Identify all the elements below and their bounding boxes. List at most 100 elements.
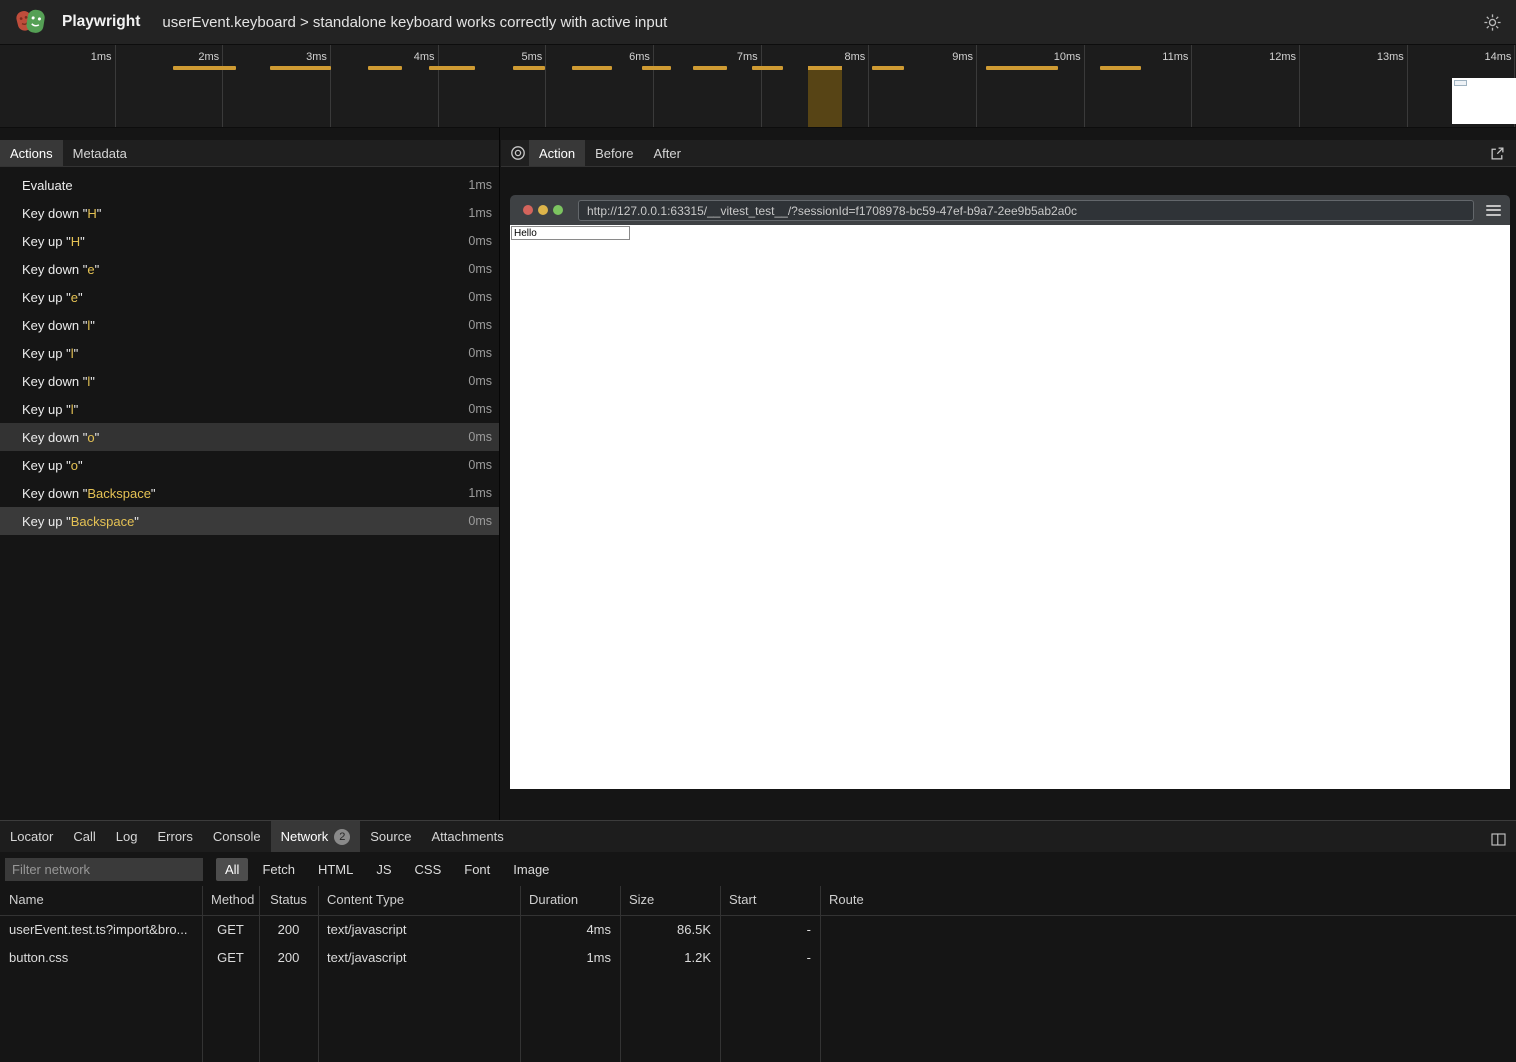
column-header-method: Method	[202, 886, 259, 915]
open-external-icon[interactable]	[1486, 142, 1508, 164]
timeline-screencast-thumbnail[interactable]	[1452, 78, 1516, 124]
action-row[interactable]: Key up "o"0ms	[0, 451, 499, 479]
hamburger-menu-icon[interactable]	[1486, 205, 1501, 216]
timeline-action-bar[interactable]	[986, 66, 1058, 70]
timeline-action-bar[interactable]	[173, 66, 236, 70]
timeline-tick-label: 1ms	[91, 51, 112, 63]
action-key: l	[87, 318, 90, 333]
tab-locator[interactable]: Locator	[0, 821, 63, 852]
timeline-ruler[interactable]: 1ms 2ms3ms4ms 5ms 6ms7ms 8ms9ms10ms11ms12ms 1…	[0, 45, 1516, 128]
filter-chip-css[interactable]: CSS	[406, 858, 451, 881]
filter-chip-js[interactable]: JS	[367, 858, 400, 881]
column-header-name: Name	[0, 886, 202, 915]
timeline-tick-cell[interactable]: 3ms	[223, 45, 331, 127]
split-view-icon[interactable]	[1487, 828, 1509, 850]
tab-errors[interactable]: Errors	[147, 821, 202, 852]
action-duration: 0ms	[468, 290, 492, 304]
settings-gear-icon[interactable]	[1482, 12, 1502, 32]
page-text-input[interactable]	[511, 226, 630, 240]
filter-chip-fetch[interactable]: Fetch	[253, 858, 304, 881]
action-title: Key up "Backspace"	[22, 514, 139, 529]
timeline-action-bar[interactable]	[270, 66, 331, 70]
cell-method: GET	[202, 916, 259, 944]
tab-label: Actions	[10, 146, 53, 161]
network-filter-input[interactable]	[5, 858, 203, 881]
timeline-action-bar[interactable]	[429, 66, 475, 70]
action-row[interactable]: Key down "l"0ms	[0, 311, 499, 339]
tab-label: Log	[116, 829, 138, 844]
filter-chip-font[interactable]: Font	[455, 858, 499, 881]
timeline-tick-cell[interactable]: 6ms	[546, 45, 654, 127]
timeline-tick-cell[interactable]: 9ms	[869, 45, 977, 127]
action-row[interactable]: Key down "Backspace" 1ms	[0, 479, 499, 507]
action-title: Key up "l"	[22, 402, 78, 417]
tab-label: Action	[539, 146, 575, 161]
cell-route	[820, 944, 1516, 972]
action-row[interactable]: Key down "e"0ms	[0, 255, 499, 283]
tab-label: Before	[595, 146, 633, 161]
timeline-action-bar[interactable]	[1100, 66, 1141, 70]
timeline-tick-cell[interactable]: 12ms	[1192, 45, 1300, 127]
tab-network[interactable]: Network2	[271, 821, 361, 852]
action-duration: 0ms	[468, 234, 492, 248]
traffic-light-dots	[523, 205, 563, 215]
tab-console[interactable]: Console	[203, 821, 271, 852]
tab-after[interactable]: After	[643, 140, 690, 166]
action-key: l	[71, 346, 74, 361]
tab-source[interactable]: Source	[360, 821, 421, 852]
filter-chip-all[interactable]: All	[216, 858, 248, 881]
action-title: Evaluate	[22, 178, 73, 193]
action-duration: 1ms	[468, 206, 492, 220]
timeline-tick-cell[interactable]: 4ms	[331, 45, 439, 127]
action-key: l	[87, 374, 90, 389]
action-row[interactable]: Key down "H"1ms	[0, 199, 499, 227]
action-row[interactable]: Evaluate1ms	[0, 171, 499, 199]
tab-actions[interactable]: Actions	[0, 140, 63, 166]
timeline-tick-cell[interactable]: 11ms	[1085, 45, 1193, 127]
timeline-action-bar[interactable]	[572, 66, 612, 70]
tab-label: Metadata	[73, 146, 127, 161]
filter-chip-html[interactable]: HTML	[309, 858, 362, 881]
tab-label: After	[653, 146, 680, 161]
timeline-tick-cell[interactable]: 1ms	[0, 45, 116, 127]
timeline-selection[interactable]	[808, 70, 842, 127]
action-row[interactable]: Key up "H"0ms	[0, 227, 499, 255]
action-row[interactable]: Key up "Backspace"0ms	[0, 507, 499, 535]
timeline-tick-label: 8ms	[845, 51, 866, 63]
tab-attachments[interactable]: Attachments	[421, 821, 513, 852]
timeline-action-bar[interactable]	[693, 66, 727, 70]
timeline-tick-cell[interactable]: 2ms	[116, 45, 224, 127]
timeline-action-bar[interactable]	[368, 66, 402, 70]
tab-call[interactable]: Call	[63, 821, 105, 852]
timeline-tick-label: 5ms	[521, 51, 542, 63]
timeline-tick-label: 13ms	[1377, 51, 1404, 63]
action-row[interactable]: Key up "l"0ms	[0, 395, 499, 423]
timeline-action-bar[interactable]	[642, 66, 671, 70]
timeline-action-bar[interactable]	[872, 66, 904, 70]
tab-metadata[interactable]: Metadata	[63, 140, 137, 166]
timeline-tick-cell[interactable]: 10ms	[977, 45, 1085, 127]
tab-before[interactable]: Before	[585, 140, 643, 166]
action-row[interactable]: Key up "l"0ms	[0, 339, 499, 367]
action-title: Key down "Backspace"	[22, 486, 156, 501]
network-request-row[interactable]: userEvent.test.ts?import&bro...GET200tex…	[0, 916, 1516, 944]
action-duration: 1ms	[468, 486, 492, 500]
tab-action[interactable]: Action	[529, 140, 585, 166]
action-key: o	[87, 430, 94, 445]
tab-log[interactable]: Log	[106, 821, 148, 852]
action-title: Key down "e"	[22, 262, 99, 277]
action-row[interactable]: Key up "e"0ms	[0, 283, 499, 311]
timeline-tick-cell[interactable]: 5ms	[439, 45, 547, 127]
timeline-tick-cell[interactable]: 13ms	[1300, 45, 1408, 127]
network-request-row[interactable]: button.cssGET200text/javascript1ms1.2K-	[0, 944, 1516, 972]
timeline-tick-cell[interactable]: 7ms	[654, 45, 762, 127]
action-list: Evaluate1msKey down "H"1msKey up "H"0msK…	[0, 171, 499, 535]
pick-locator-icon[interactable]	[507, 142, 529, 164]
timeline-action-bar[interactable]	[752, 66, 783, 70]
timeline-action-bar[interactable]	[513, 66, 545, 70]
thumbnail-input-box	[1454, 80, 1467, 86]
filter-chip-image[interactable]: Image	[504, 858, 558, 881]
action-row[interactable]: Key down "o"0ms	[0, 423, 499, 451]
action-row[interactable]: Key down "l"0ms	[0, 367, 499, 395]
tab-label: Console	[213, 829, 261, 844]
